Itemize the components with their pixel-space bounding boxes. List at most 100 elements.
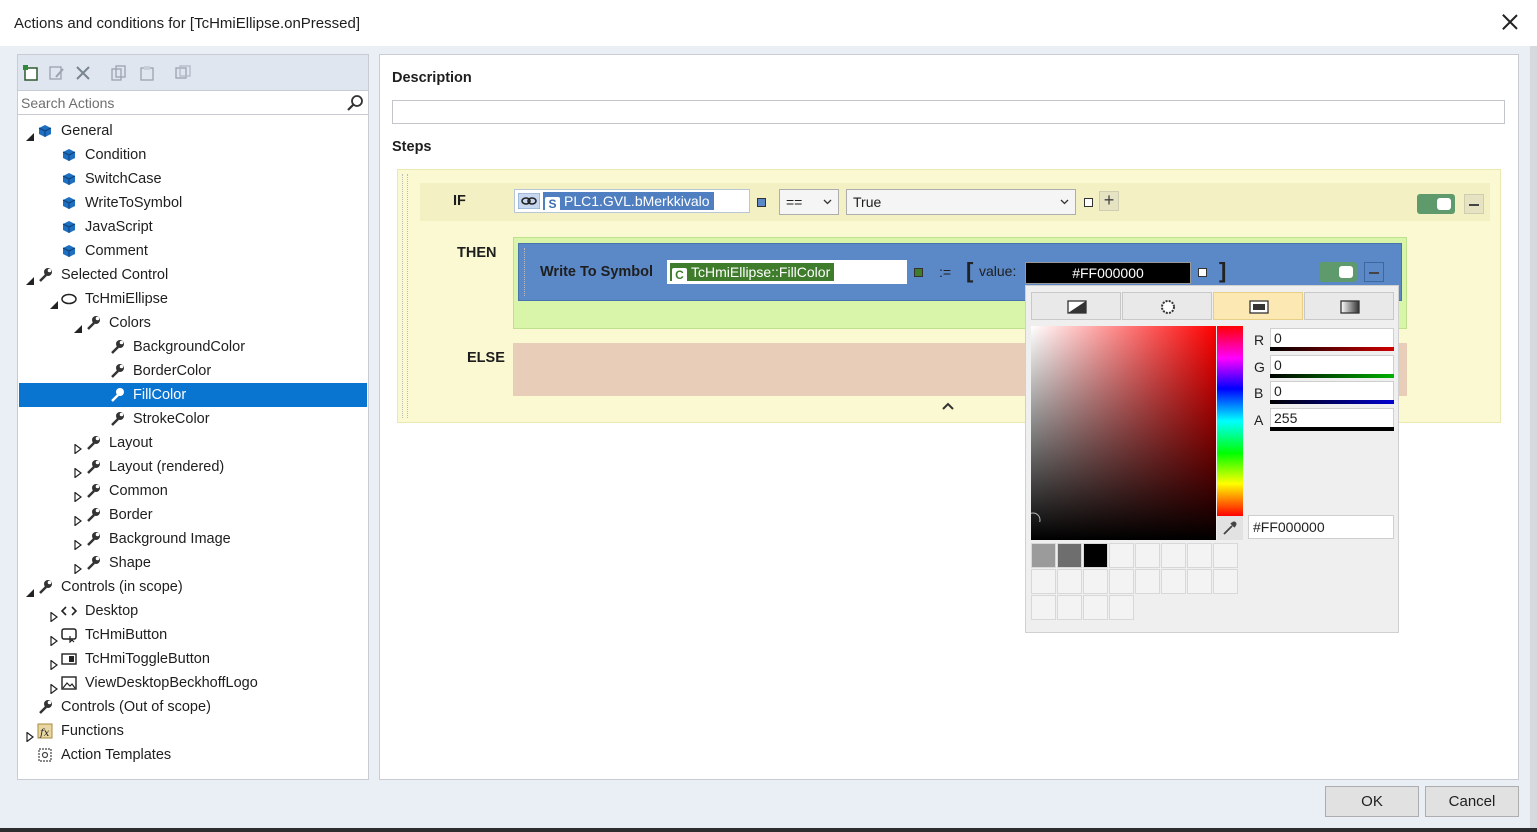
tree-item[interactable]: Condition xyxy=(19,143,367,167)
collapsed-arrow-icon[interactable] xyxy=(73,486,83,503)
channel-input[interactable]: 0 xyxy=(1270,381,1394,401)
collapsed-arrow-icon[interactable] xyxy=(49,654,59,671)
channel-slider[interactable] xyxy=(1270,427,1394,431)
binding-indicator-icon[interactable] xyxy=(914,268,923,277)
collapse-chevron-up-icon[interactable] xyxy=(941,401,955,411)
channel-slider[interactable] xyxy=(1270,400,1394,404)
link-icon[interactable] xyxy=(518,193,540,209)
action-enable-toggle[interactable] xyxy=(1319,262,1357,282)
color-swatch[interactable] xyxy=(1109,569,1134,594)
tree-item[interactable]: BackgroundColor xyxy=(19,335,367,359)
tree-item[interactable]: SwitchCase xyxy=(19,167,367,191)
color-swatch[interactable] xyxy=(1057,595,1082,620)
saturation-value-area[interactable] xyxy=(1031,326,1216,540)
tree-item[interactable]: WriteToSymbol xyxy=(19,191,367,215)
tree-item[interactable]: Border xyxy=(19,503,367,527)
description-field[interactable] xyxy=(392,100,1505,124)
cancel-button[interactable]: Cancel xyxy=(1425,786,1519,817)
collapsed-arrow-icon[interactable] xyxy=(73,438,83,455)
operator-select[interactable]: == xyxy=(779,189,839,215)
remove-action-button[interactable] xyxy=(1364,262,1384,282)
tree-item[interactable]: Background Image xyxy=(19,527,367,551)
hex-color-input[interactable]: #FF000000 xyxy=(1248,515,1394,539)
template-icon[interactable] xyxy=(174,64,192,82)
paste-icon[interactable] xyxy=(138,64,156,82)
tree-item[interactable]: General xyxy=(19,119,367,143)
color-swatch[interactable] xyxy=(1083,543,1108,568)
color-swatch[interactable] xyxy=(1213,543,1238,568)
tree-item[interactable]: FillColor xyxy=(19,383,367,407)
delete-icon[interactable] xyxy=(74,64,92,82)
collapsed-arrow-icon[interactable] xyxy=(49,630,59,647)
color-swatch[interactable] xyxy=(1031,595,1056,620)
collapsed-arrow-icon[interactable] xyxy=(25,726,35,743)
copy-icon[interactable] xyxy=(110,64,128,82)
color-swatch[interactable] xyxy=(1161,569,1186,594)
tree-item[interactable]: JavaScript xyxy=(19,215,367,239)
close-icon[interactable] xyxy=(1499,12,1521,34)
tree-item[interactable]: Action Templates xyxy=(19,743,367,767)
color-swatch[interactable] xyxy=(1135,543,1160,568)
color-swatch[interactable] xyxy=(1083,595,1108,620)
channel-slider[interactable] xyxy=(1270,347,1394,351)
color-swatch[interactable] xyxy=(1057,569,1082,594)
hue-slider[interactable] xyxy=(1217,326,1243,516)
tree-item[interactable]: Selected Control xyxy=(19,263,367,287)
tab-solid-color[interactable] xyxy=(1213,292,1303,320)
tree-item[interactable]: fx Functions xyxy=(19,719,367,743)
remove-if-button[interactable] xyxy=(1464,194,1484,214)
channel-input[interactable]: 255 xyxy=(1270,408,1394,428)
add-condition-button[interactable]: + xyxy=(1099,191,1119,211)
color-swatch[interactable] xyxy=(1109,543,1134,568)
drag-handle[interactable] xyxy=(402,174,403,418)
binding-indicator-icon[interactable] xyxy=(1084,198,1093,207)
collapsed-arrow-icon[interactable] xyxy=(73,510,83,527)
target-symbol-field[interactable]: C TcHmiEllipse::FillColor xyxy=(667,260,907,284)
ok-button[interactable]: OK xyxy=(1325,786,1419,817)
channel-input[interactable]: 0 xyxy=(1270,355,1394,375)
collapsed-arrow-icon[interactable] xyxy=(73,558,83,575)
expanded-arrow-icon[interactable] xyxy=(49,294,59,309)
drag-handle[interactable] xyxy=(524,248,525,296)
tree-item[interactable]: Shape xyxy=(19,551,367,575)
tab-no-color[interactable] xyxy=(1031,292,1121,320)
color-swatch[interactable] xyxy=(1213,569,1238,594)
expanded-arrow-icon[interactable] xyxy=(25,582,35,597)
collapsed-arrow-icon[interactable] xyxy=(49,678,59,695)
tree-item[interactable]: TcHmiEllipse xyxy=(19,287,367,311)
channel-slider[interactable] xyxy=(1270,374,1394,378)
expanded-arrow-icon[interactable] xyxy=(25,126,35,141)
tree-item[interactable]: BorderColor xyxy=(19,359,367,383)
tree-item[interactable]: TcHmiToggleButton xyxy=(19,647,367,671)
channel-input[interactable]: 0 xyxy=(1270,328,1394,348)
collapsed-arrow-icon[interactable] xyxy=(49,606,59,623)
collapsed-arrow-icon[interactable] xyxy=(73,462,83,479)
tree-item[interactable]: ViewDesktopBeckhoffLogo xyxy=(19,671,367,695)
eyedropper-button[interactable] xyxy=(1217,516,1243,540)
tree-item[interactable]: Layout (rendered) xyxy=(19,455,367,479)
tab-radial-gradient[interactable] xyxy=(1122,292,1212,320)
tree-item[interactable]: Colors xyxy=(19,311,367,335)
tree-item[interactable]: Comment xyxy=(19,239,367,263)
expanded-arrow-icon[interactable] xyxy=(25,270,35,285)
search-icon[interactable] xyxy=(346,94,364,112)
color-swatch[interactable] xyxy=(1109,595,1134,620)
color-swatch[interactable] xyxy=(1161,543,1186,568)
color-swatch[interactable] xyxy=(1083,569,1108,594)
search-input[interactable] xyxy=(18,91,344,114)
expanded-arrow-icon[interactable] xyxy=(73,318,83,333)
color-swatch[interactable] xyxy=(1031,569,1056,594)
edit-icon[interactable] xyxy=(48,64,66,82)
new-action-icon[interactable] xyxy=(22,64,40,82)
color-swatch[interactable] xyxy=(1187,543,1212,568)
tree-item[interactable]: Desktop xyxy=(19,599,367,623)
color-swatch[interactable] xyxy=(1057,543,1082,568)
tree-item[interactable]: Controls (Out of scope) xyxy=(19,695,367,719)
color-swatch[interactable] xyxy=(1187,569,1212,594)
compare-value-select[interactable]: True xyxy=(846,189,1076,215)
binding-indicator-icon[interactable] xyxy=(1198,268,1207,277)
color-swatch[interactable] xyxy=(1031,543,1056,568)
binding-indicator-icon[interactable] xyxy=(757,198,766,207)
color-swatch[interactable] xyxy=(1135,569,1160,594)
tab-linear-gradient[interactable] xyxy=(1304,292,1394,320)
